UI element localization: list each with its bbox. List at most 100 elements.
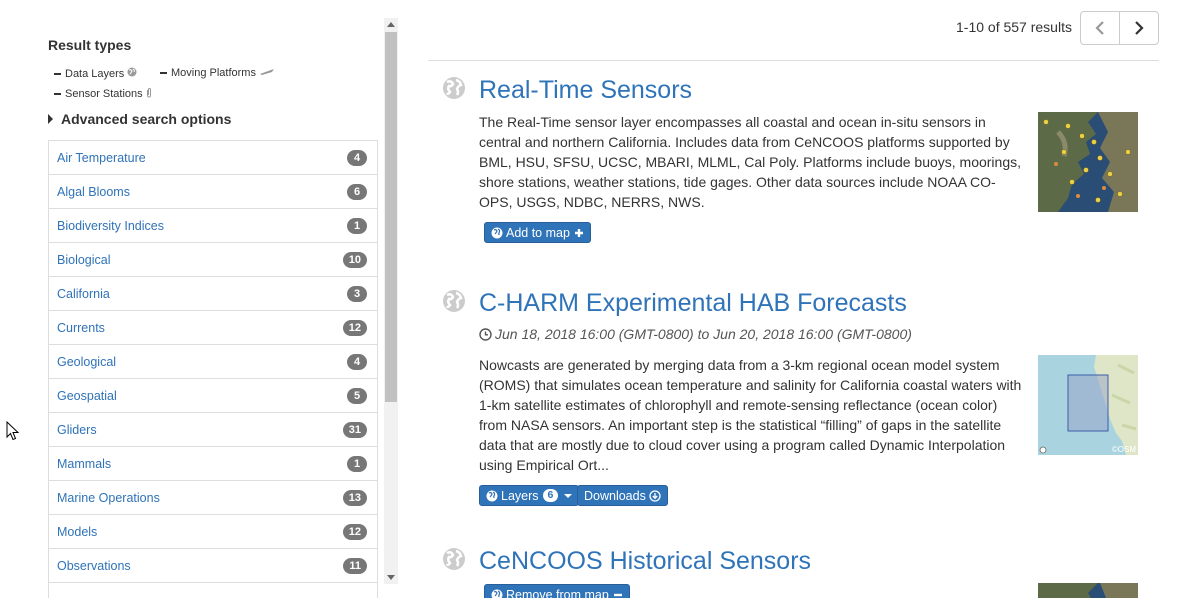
facet-count-badge: 12 (342, 523, 367, 540)
facet-item[interactable] (48, 583, 378, 598)
downloads-label: Downloads (584, 488, 646, 503)
facet-item[interactable]: Observations 11 (48, 549, 378, 583)
facet-label: Algal Blooms (57, 184, 130, 199)
clock-icon (479, 327, 492, 341)
facet-item[interactable]: Biodiversity Indices 1 (48, 209, 378, 243)
facet-label: Currents (57, 320, 105, 335)
facet-list: Air Temperature 4 Algal Blooms 6 Biodiversit… (48, 140, 378, 598)
facet-count-badge: 11 (343, 557, 367, 574)
facet-count-badge: 13 (342, 489, 367, 506)
sidebar-scrollbar[interactable] (384, 18, 398, 584)
caret-right-icon (48, 114, 53, 124)
result-type-label: Sensor Stations (65, 88, 143, 100)
scrollbar-thumb[interactable] (385, 32, 397, 402)
facet-label: Models (57, 524, 98, 539)
add-to-map-label: Add to map (506, 225, 570, 240)
pagination (1080, 11, 1159, 45)
globe-icon (491, 589, 503, 598)
facet-item[interactable]: Mammals 1 (48, 447, 378, 481)
results-count: 1-10 of 557 results (956, 19, 1072, 35)
globe-icon (442, 547, 466, 576)
result-thumbnail[interactable]: ©OSM (1038, 355, 1138, 455)
result-title-link[interactable]: Real-Time Sensors (479, 76, 692, 105)
facet-item[interactable]: Marine Operations 13 (48, 481, 378, 515)
globe-icon (491, 227, 503, 239)
facet-count-badge: 4 (347, 353, 367, 370)
facet-label: Mammals (57, 456, 112, 471)
facet-label: Air Temperature (57, 150, 146, 165)
chevron-left-icon (1095, 21, 1104, 35)
scroll-up-arrow-icon[interactable] (387, 22, 395, 27)
facet-count-badge: 3 (347, 285, 367, 302)
facet-count-badge: 4 (347, 149, 367, 166)
result-type-data-layers[interactable]: Data Layers (54, 67, 137, 80)
prev-page-button[interactable] (1081, 12, 1119, 44)
result-item: C-HARM Experimental HAB Forecasts Jun 18… (440, 289, 1160, 514)
minus-icon (613, 590, 623, 598)
divider (428, 60, 1159, 61)
facet-label: Geological (57, 354, 117, 369)
facet-item[interactable]: Currents 12 (48, 311, 378, 345)
facet-item[interactable]: Algal Blooms 6 (48, 175, 378, 209)
facet-count-badge: 1 (347, 217, 367, 234)
facet-label: Gliders (57, 422, 97, 437)
result-thumbnail[interactable] (1038, 583, 1138, 598)
downloads-button[interactable]: Downloads (577, 485, 668, 506)
facet-count-badge: 10 (342, 251, 367, 268)
next-page-button[interactable] (1119, 12, 1158, 44)
result-item: Real-Time Sensors The Real-Time sensor l… (440, 76, 1160, 251)
facet-count-badge: 31 (342, 421, 367, 438)
result-type-sensor-stations[interactable]: Sensor Stations (54, 87, 152, 101)
facet-item[interactable]: Geospatial 5 (48, 379, 378, 413)
mouse-cursor-icon (6, 420, 20, 446)
search-sidebar: Result types Data Layers Moving Platform… (0, 0, 400, 598)
facet-label: Biological (57, 252, 111, 267)
facet-item[interactable]: Air Temperature 4 (48, 141, 378, 175)
paperclip-icon (146, 87, 152, 101)
globe-icon (486, 490, 498, 502)
result-thumbnail[interactable] (1038, 112, 1138, 212)
map-credit: ©OSM (1111, 445, 1136, 454)
download-circle-icon (649, 489, 661, 502)
advanced-search-toggle[interactable]: Advanced search options (48, 111, 231, 127)
facet-item[interactable]: California 3 (48, 277, 378, 311)
layers-label: Layers (501, 488, 539, 503)
legend-dash (54, 93, 61, 95)
globe-icon (127, 67, 137, 80)
result-type-label: Data Layers (65, 67, 125, 80)
caret-down-icon (564, 493, 573, 498)
chevron-right-icon (1135, 21, 1144, 35)
facet-count-badge: 12 (342, 319, 367, 336)
scroll-down-arrow-icon[interactable] (387, 575, 395, 580)
facet-label: Geospatial (57, 388, 117, 403)
result-item: CeNCOOS Historical Sensors Remove from m… (440, 547, 1160, 598)
glider-icon (259, 67, 275, 79)
facet-item[interactable]: Biological 10 (48, 243, 378, 277)
facet-label: California (57, 286, 110, 301)
result-description: The Real-Time sensor layer encompasses a… (479, 114, 1022, 210)
facet-count-badge: 1 (347, 455, 367, 472)
remove-from-map-button[interactable]: Remove from map (484, 584, 630, 598)
layers-dropdown-button[interactable]: Layers 6 (479, 485, 580, 506)
result-type-moving-platforms[interactable]: Moving Platforms (160, 67, 275, 79)
result-title-link[interactable]: CeNCOOS Historical Sensors (479, 547, 811, 576)
advanced-search-label: Advanced search options (61, 111, 232, 127)
facet-label: Observations (57, 558, 131, 573)
facet-label: Biodiversity Indices (57, 218, 164, 233)
remove-from-map-label: Remove from map (506, 587, 609, 598)
facet-label: Marine Operations (57, 490, 160, 505)
globe-icon (442, 289, 466, 318)
facet-item[interactable]: Models 12 (48, 515, 378, 549)
legend-dash (160, 72, 167, 74)
facet-count-badge: 5 (347, 387, 367, 404)
result-dates: Jun 18, 2018 16:00 (GMT-0800) to Jun 20,… (479, 326, 912, 342)
facet-item[interactable]: Geological 4 (48, 345, 378, 379)
add-to-map-button[interactable]: Add to map (484, 222, 591, 243)
layers-count-badge: 6 (542, 489, 559, 502)
result-dates-text: Jun 18, 2018 16:00 (GMT-0800) to Jun 20,… (495, 326, 912, 342)
result-title-link[interactable]: C-HARM Experimental HAB Forecasts (479, 289, 907, 318)
facet-count-badge: 6 (347, 183, 367, 200)
facet-item[interactable]: Gliders 31 (48, 413, 378, 447)
result-description: Nowcasts are generated by merging data f… (479, 357, 1022, 473)
plus-icon (574, 228, 584, 238)
